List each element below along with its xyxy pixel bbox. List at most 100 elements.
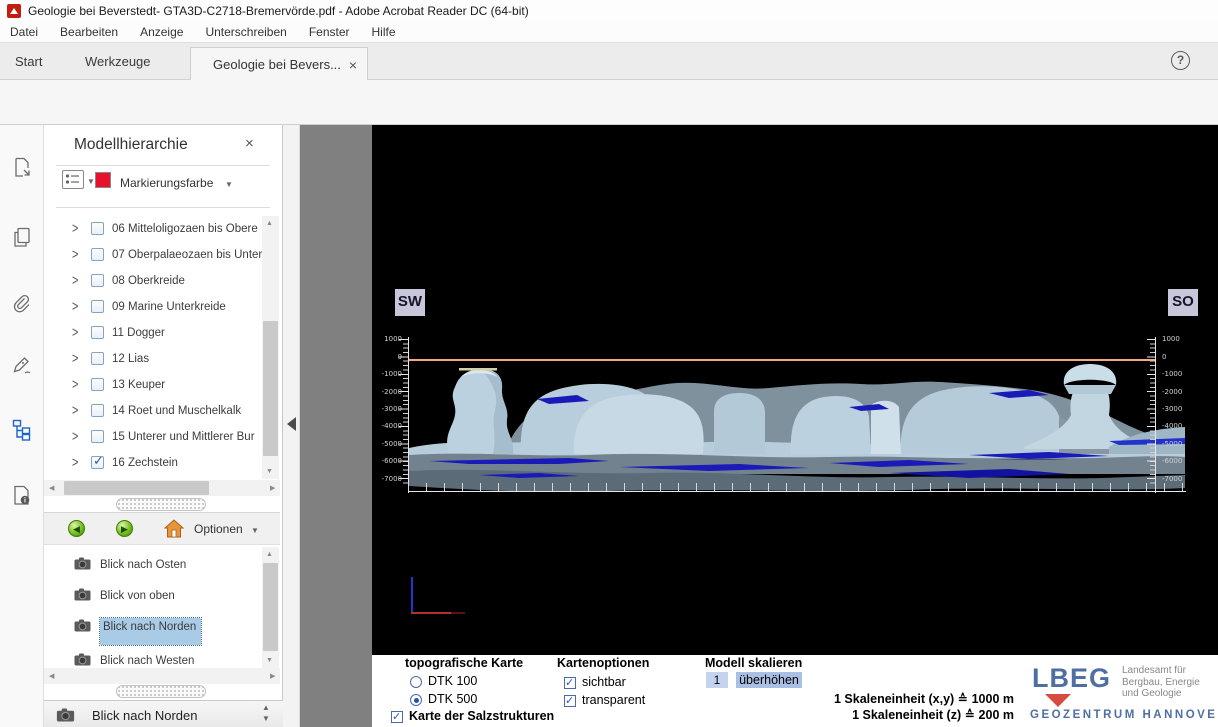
tree-scrollbar[interactable]: ▲ ▼: [262, 216, 279, 479]
tree-expand-chevron[interactable]: >: [72, 455, 78, 471]
layer-checkbox[interactable]: [91, 430, 104, 443]
scrollbar-thumb[interactable]: [64, 481, 209, 495]
tab-close-icon[interactable]: ×: [349, 57, 357, 73]
visible-label[interactable]: sichtbar: [582, 675, 626, 689]
previous-view-button[interactable]: ◀: [68, 520, 85, 537]
lbeg-org-name: Landesamt für Bergbau, Energie und Geolo…: [1122, 665, 1218, 700]
layer-checkbox[interactable]: [91, 404, 104, 417]
tree-expand-chevron[interactable]: >: [72, 325, 78, 341]
panel-close-icon[interactable]: ×: [245, 135, 254, 152]
pdf-3d-viewport[interactable]: SW SO: [372, 125, 1218, 655]
chevron-down-icon[interactable]: ▼: [225, 180, 233, 189]
scroll-right-icon[interactable]: ▶: [270, 484, 275, 492]
menu-item-unterschreiben[interactable]: Unterschreiben: [205, 25, 286, 39]
layer-checkbox[interactable]: [91, 300, 104, 313]
scale-xy-label: 1 Skaleneinheit (x,y) ≙ 1000 m: [752, 691, 1014, 707]
tree-expand-chevron[interactable]: >: [72, 377, 78, 393]
radio-dtk500-selected[interactable]: [410, 694, 422, 706]
scrollbar-thumb[interactable]: [263, 321, 278, 456]
tab-start[interactable]: Start: [15, 43, 42, 80]
layer-checkbox[interactable]: [91, 326, 104, 339]
scroll-down-icon[interactable]: ▼: [266, 657, 273, 664]
scale-value-input[interactable]: 1: [706, 672, 728, 688]
map-options-header: Kartenoptionen: [557, 656, 649, 670]
spinner-up-icon[interactable]: ▲: [262, 703, 270, 712]
salt-structures-label[interactable]: Karte der Salzstrukturen: [409, 709, 554, 723]
axis-tick-label: -7000: [1162, 475, 1182, 483]
views-hscrollbar[interactable]: ◀ ▶: [44, 668, 280, 684]
home-view-icon[interactable]: [164, 519, 184, 538]
menu-item-fenster[interactable]: Fenster: [309, 25, 350, 39]
help-button[interactable]: ?: [1171, 51, 1190, 70]
view-options-icon[interactable]: [62, 170, 84, 189]
layer-checkbox[interactable]: [91, 274, 104, 287]
tree-expand-chevron[interactable]: >: [72, 221, 78, 237]
tab-werkzeuge[interactable]: Werkzeuge: [85, 43, 151, 80]
salt-structures-checkbox[interactable]: [391, 711, 403, 723]
attachments-paperclip-icon[interactable]: [10, 292, 34, 316]
layer-checkbox[interactable]: [91, 352, 104, 365]
geology-3d-model[interactable]: [409, 355, 1185, 493]
menu-item-hilfe[interactable]: Hilfe: [372, 25, 396, 39]
layer-checkbox[interactable]: [91, 248, 104, 261]
menu-item-bearbeiten[interactable]: Bearbeiten: [60, 25, 118, 39]
tree-expand-chevron[interactable]: >: [72, 403, 78, 419]
tab-document[interactable]: Geologie bei Bevers... ×: [190, 47, 368, 81]
scrollbar-thumb[interactable]: [263, 563, 278, 651]
bottom-axis: [408, 491, 1186, 492]
tree-expand-chevron[interactable]: >: [72, 247, 78, 263]
transparent-checkbox[interactable]: [564, 695, 576, 707]
chevron-down-icon[interactable]: ▼: [251, 526, 259, 535]
tree-row: >15 Unterer und Mittlerer Bur: [58, 426, 263, 452]
transparent-label[interactable]: transparent: [582, 693, 645, 707]
axis-tick-label: -5000: [374, 440, 402, 448]
chevron-down-icon[interactable]: ▼: [87, 177, 95, 186]
options-dropdown[interactable]: Optionen: [194, 522, 243, 536]
tree-expand-chevron[interactable]: >: [72, 429, 78, 445]
exaggerate-button[interactable]: überhöhen: [736, 672, 802, 688]
spinner-down-icon[interactable]: ▼: [262, 714, 270, 723]
visible-checkbox[interactable]: [564, 677, 576, 689]
views-scrollbar[interactable]: ▲ ▼: [262, 547, 279, 668]
scroll-up-icon[interactable]: ▲: [266, 551, 273, 558]
tree-hscrollbar[interactable]: ◀ ▶: [44, 480, 280, 496]
menu-item-datei[interactable]: Datei: [10, 25, 38, 39]
layer-checkbox[interactable]: [91, 222, 104, 235]
scroll-left-icon[interactable]: ◀: [49, 672, 54, 680]
current-view-bar: Blick nach Norden ▲ ▼: [44, 700, 283, 727]
right-axis-major-ticks: [1147, 339, 1156, 480]
scroll-left-icon[interactable]: ◀: [49, 484, 54, 492]
scroll-up-icon[interactable]: ▲: [266, 220, 273, 227]
radio-dtk500-label[interactable]: DTK 500: [428, 692, 477, 706]
layer-checkbox[interactable]: [91, 378, 104, 391]
axis-tick-label: -6000: [374, 457, 402, 465]
tree-expand-chevron[interactable]: >: [72, 351, 78, 367]
scroll-down-icon[interactable]: ▼: [266, 468, 273, 475]
tree-expand-chevron[interactable]: >: [72, 299, 78, 315]
sea-level-line: [409, 359, 1156, 361]
radio-dtk100[interactable]: [410, 676, 422, 688]
splitter-grip[interactable]: [116, 498, 206, 511]
view-item-norden-selected[interactable]: Blick nach Norden: [44, 613, 262, 644]
camera-icon: [74, 653, 91, 666]
page-thumbnails-icon[interactable]: [10, 225, 34, 249]
signatures-pen-icon[interactable]: [10, 353, 34, 377]
scale-legend: 1 Skaleneinheit (x,y) ≙ 1000 m 1 Skalene…: [752, 691, 1014, 723]
camera-icon: [74, 557, 91, 570]
scale-model-header: Modell skalieren: [705, 656, 802, 670]
view-item-oben[interactable]: Blick von oben: [44, 582, 262, 613]
tree-expand-chevron[interactable]: >: [72, 273, 78, 289]
scroll-right-icon[interactable]: ▶: [270, 672, 275, 680]
radio-dtk100-label[interactable]: DTK 100: [428, 674, 477, 688]
view-item-osten[interactable]: Blick nach Osten: [44, 551, 262, 582]
layer-checkbox-checked[interactable]: [91, 456, 104, 469]
marking-color-swatch[interactable]: [95, 172, 111, 188]
model-tree-icon[interactable]: [10, 417, 34, 441]
collapse-panel-button[interactable]: [287, 417, 296, 431]
next-view-button[interactable]: ▶: [116, 520, 133, 537]
menu-item-anzeige[interactable]: Anzeige: [140, 25, 183, 39]
tree-row: >08 Oberkreide: [58, 270, 263, 296]
page-export-icon[interactable]: [10, 155, 34, 179]
splitter-grip[interactable]: [116, 685, 206, 698]
document-info-icon[interactable]: i: [10, 483, 34, 507]
